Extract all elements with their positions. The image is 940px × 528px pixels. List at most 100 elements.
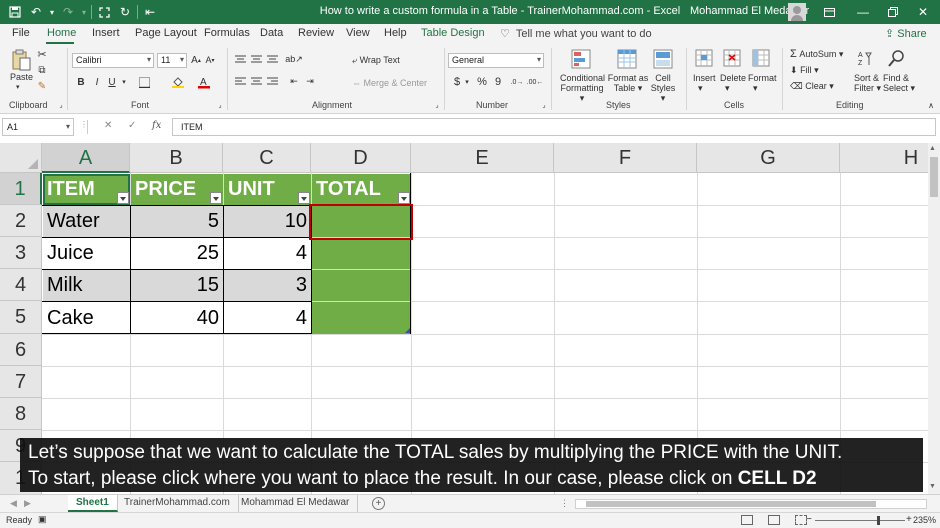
clipboard-launcher-icon[interactable]: ⌟ xyxy=(57,100,65,110)
cell-b5[interactable]: 40 xyxy=(131,302,223,334)
row-header-8[interactable]: 8 xyxy=(0,398,42,430)
paste-icon[interactable] xyxy=(10,48,32,72)
formula-input[interactable]: ITEM xyxy=(172,118,936,136)
zoom-level[interactable]: 235% xyxy=(913,515,936,525)
row-header-4[interactable]: 4 xyxy=(0,269,42,301)
tab-home[interactable]: Home xyxy=(47,27,76,39)
alignment-launcher-icon[interactable]: ⌟ xyxy=(433,100,441,110)
formula-bar-grip-icon[interactable]: ⋮ xyxy=(80,120,88,129)
comma-button[interactable]: 9 xyxy=(492,75,504,89)
tab-review[interactable]: Review xyxy=(298,27,334,39)
enter-entry-icon[interactable]: ✓ xyxy=(128,120,136,131)
cell-d3[interactable] xyxy=(312,238,411,269)
tab-table-design[interactable]: Table Design xyxy=(421,27,485,39)
font-name-combo[interactable]: Calibri ▾ xyxy=(72,53,154,68)
format-cells-button[interactable]: Format ▾ xyxy=(748,73,777,93)
conditional-formatting-button[interactable]: Conditional Formatting ▾ xyxy=(560,73,605,103)
row-header-5[interactable]: 5 xyxy=(0,301,42,334)
cell-d4[interactable] xyxy=(312,270,411,301)
align-top-icon[interactable] xyxy=(233,53,247,65)
underline-dropdown-icon[interactable]: ▾ xyxy=(120,75,128,89)
zoom-slider-thumb[interactable] xyxy=(877,516,880,525)
undo-icon[interactable]: ↶ xyxy=(27,3,45,21)
cut-icon[interactable]: ✂ xyxy=(36,48,48,61)
cell-a5[interactable]: Cake xyxy=(43,302,130,334)
cell-a4[interactable]: Milk xyxy=(43,270,130,301)
filter-dropdown-item[interactable] xyxy=(117,192,129,204)
row-header-1[interactable]: 1 xyxy=(0,173,42,205)
paste-dropdown-icon[interactable]: ▾ xyxy=(16,83,20,93)
currency-dropdown-icon[interactable]: ▾ xyxy=(463,75,471,89)
row-header-2[interactable]: 2 xyxy=(0,205,42,237)
insert-function-icon[interactable]: fx xyxy=(152,120,161,131)
font-launcher-icon[interactable]: ⌟ xyxy=(216,100,224,110)
sheet-tab-trainermohammad[interactable]: TrainerMohammad.com xyxy=(116,495,239,512)
format-cells-icon[interactable] xyxy=(751,48,771,68)
column-header-c[interactable]: C xyxy=(223,143,311,173)
delete-cells-icon[interactable] xyxy=(722,48,742,68)
cell-styles-icon[interactable] xyxy=(652,48,674,70)
find-select-icon[interactable] xyxy=(887,48,907,68)
filter-dropdown-price[interactable] xyxy=(210,192,222,204)
scroll-down-icon[interactable]: ▼ xyxy=(929,483,936,490)
filter-dropdown-unit[interactable] xyxy=(298,192,310,204)
ribbon-display-options-icon[interactable] xyxy=(812,0,846,24)
cell-b3[interactable]: 25 xyxy=(131,238,223,269)
merge-center-button[interactable]: ⇔ Merge & Center xyxy=(352,78,427,88)
column-header-b[interactable]: B xyxy=(130,143,223,173)
increase-decimal-icon[interactable]: .0→ xyxy=(509,75,525,89)
fill-color-icon[interactable] xyxy=(170,75,186,89)
currency-button[interactable]: $ xyxy=(451,75,463,89)
borders-icon[interactable] xyxy=(136,75,152,89)
name-box[interactable]: A1 ▾ xyxy=(2,118,74,136)
zoom-out-icon[interactable]: − xyxy=(806,514,812,525)
close-icon[interactable]: ✕ xyxy=(906,0,940,24)
cell-b2[interactable]: 5 xyxy=(131,206,223,237)
share-button[interactable]: ⇪ Share xyxy=(885,27,927,40)
format-as-table-button[interactable]: Format as Table ▾ xyxy=(606,73,650,93)
delete-cells-button[interactable]: Delete ▾ xyxy=(720,73,746,93)
cancel-entry-icon[interactable]: ✕ xyxy=(104,120,112,131)
row-header-3[interactable]: 3 xyxy=(0,237,42,269)
cell-d1[interactable]: TOTAL xyxy=(312,174,411,205)
align-center-icon[interactable] xyxy=(249,75,263,87)
percent-button[interactable]: % xyxy=(476,75,488,89)
clear-button[interactable]: ⌫ Clear ▾ xyxy=(790,81,834,91)
increase-indent-icon[interactable]: ⇥ xyxy=(303,75,317,87)
align-right-icon[interactable] xyxy=(265,75,279,87)
macro-record-icon[interactable]: ▣ xyxy=(38,514,47,525)
zoom-in-icon[interactable]: + xyxy=(906,514,912,525)
tell-me-search[interactable]: ♡ Tell me what you want to do xyxy=(500,27,652,40)
filter-dropdown-total[interactable] xyxy=(398,192,410,204)
italic-button[interactable]: I xyxy=(91,75,103,89)
tab-help[interactable]: Help xyxy=(384,27,407,39)
column-header-a[interactable]: A xyxy=(42,143,130,173)
conditional-formatting-icon[interactable] xyxy=(570,48,592,70)
avatar[interactable] xyxy=(788,3,806,21)
redo-dropdown-icon[interactable]: ▾ xyxy=(80,3,88,21)
minimize-icon[interactable]: — xyxy=(846,0,880,24)
refresh-icon[interactable]: ↻ xyxy=(116,3,134,21)
vertical-scroll-thumb[interactable] xyxy=(930,157,938,197)
normal-view-icon[interactable] xyxy=(741,515,753,525)
horizontal-scrollbar[interactable] xyxy=(575,499,927,509)
cell-c5[interactable]: 4 xyxy=(224,302,311,334)
table-resize-handle[interactable] xyxy=(405,328,410,333)
tab-formulas[interactable]: Formulas xyxy=(204,27,250,39)
fill-button[interactable]: ⬇ Fill ▾ xyxy=(790,65,819,75)
align-left-icon[interactable] xyxy=(233,75,247,87)
column-header-e[interactable]: E xyxy=(411,143,554,173)
wrap-text-button[interactable]: ⤶ Wrap Text xyxy=(352,55,400,65)
format-painter-icon[interactable]: ✎ xyxy=(36,80,48,92)
tab-file[interactable]: File xyxy=(12,27,30,39)
tab-page-layout[interactable]: Page Layout xyxy=(135,27,197,39)
format-as-table-icon[interactable] xyxy=(616,48,638,70)
sort-filter-button[interactable]: Sort & Filter ▾ xyxy=(854,73,881,93)
sort-filter-icon[interactable]: AZ xyxy=(857,48,877,68)
decrease-font-icon[interactable]: A ▾ xyxy=(204,53,216,67)
tab-insert[interactable]: Insert xyxy=(92,27,120,39)
restore-icon[interactable] xyxy=(876,0,910,24)
font-color-icon[interactable]: A xyxy=(196,75,212,89)
horizontal-scroll-thumb[interactable] xyxy=(586,501,876,507)
cell-c3[interactable]: 4 xyxy=(224,238,311,269)
